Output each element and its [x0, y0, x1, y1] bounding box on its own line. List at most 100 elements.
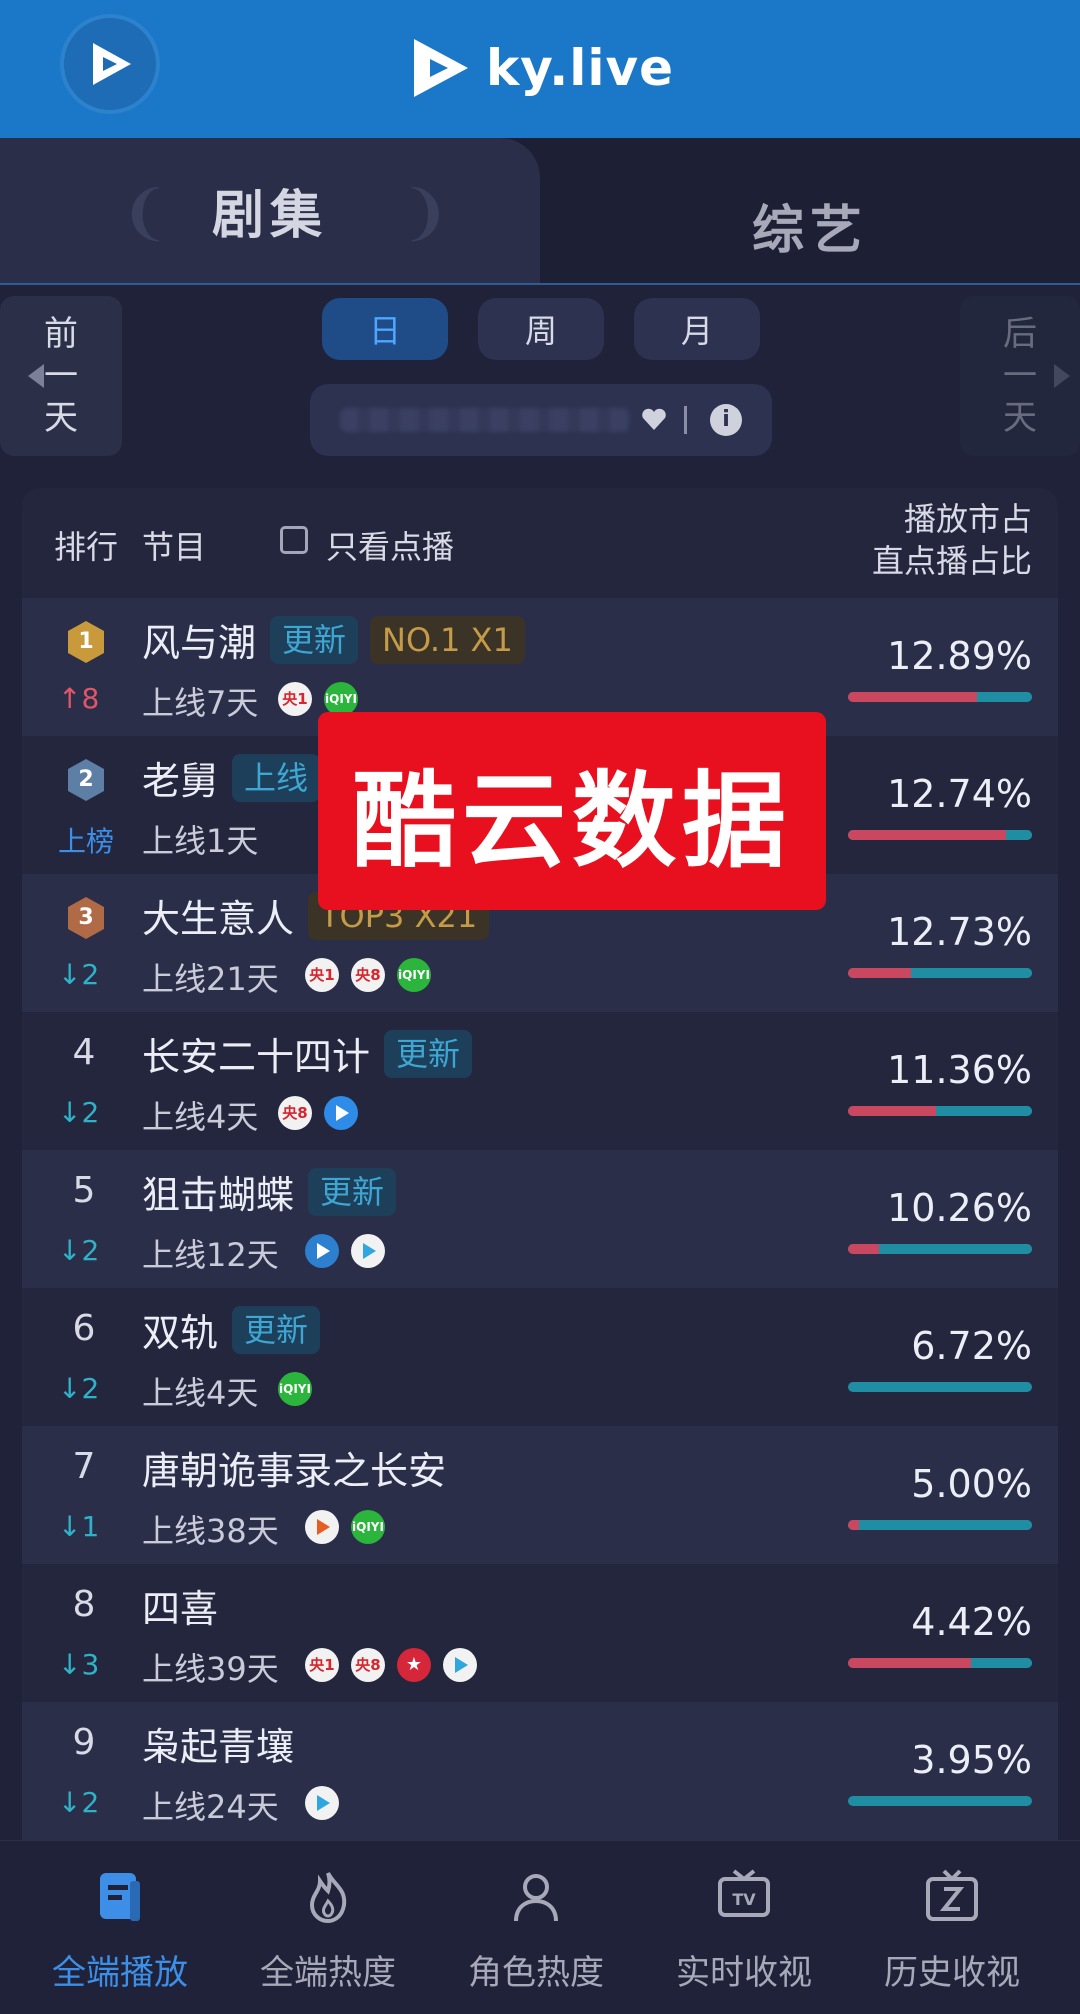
- rank-change: ↓2: [58, 1234, 100, 1267]
- nav-role-heat-label: 角色热度: [468, 1953, 604, 1993]
- nav-history-ratings[interactable]: 历史收视: [852, 1861, 1052, 2001]
- program-title[interactable]: 大生意人: [142, 888, 294, 943]
- watermark-stamp: 酷云数据: [318, 712, 826, 910]
- cctv1-icon: 央1: [305, 1648, 339, 1682]
- tab-variety[interactable]: 综艺: [540, 168, 1080, 283]
- vod-ratio-segment: [971, 1658, 1032, 1668]
- vod-only-checkbox[interactable]: [280, 526, 308, 554]
- iqiyi-icon: iQIYI: [397, 958, 431, 992]
- platform-logos: iQIYI: [305, 1510, 385, 1544]
- header-program: 节目: [142, 528, 207, 566]
- tab-drama[interactable]: ❨ 剧集 ❩: [0, 138, 540, 283]
- live-vod-ratio-bar: [848, 830, 1032, 840]
- iqiyi-icon: iQIYI: [324, 682, 358, 716]
- program-title[interactable]: 风与潮: [142, 612, 256, 667]
- nav-all-play[interactable]: 全端播放: [20, 1861, 220, 2001]
- nav-all-heat[interactable]: 全端热度: [228, 1861, 428, 2001]
- live-ratio-segment: [848, 1658, 972, 1668]
- cctv8-icon: 央8: [351, 1648, 385, 1682]
- table-row[interactable]: 5 ↓2 狙击蝴蝶 更新 上线12天 10.26%: [22, 1150, 1058, 1288]
- category-tabs: ❨ 剧集 ❩ 综艺: [0, 138, 1080, 283]
- vod-ratio-segment: [879, 1244, 1032, 1254]
- platform-logos: [305, 1786, 339, 1820]
- triangle-left-icon: [28, 364, 44, 388]
- brand-logo-icon: [414, 39, 468, 97]
- status-badge: 更新: [384, 1030, 473, 1078]
- live-vod-ratio-bar: [848, 1796, 1032, 1806]
- vod-ratio-segment: [1006, 830, 1032, 840]
- table-row[interactable]: 4 ↓2 长安二十四计 更新 上线4天 央8 11.36%: [22, 1012, 1058, 1150]
- market-share: 3.95%: [911, 1738, 1032, 1782]
- app-logo-button[interactable]: [64, 18, 156, 110]
- program-title[interactable]: 老舅: [142, 750, 218, 805]
- program-title[interactable]: 唐朝诡事录之长安: [142, 1440, 446, 1495]
- dragon-tv-icon: ★: [397, 1648, 431, 1682]
- platform-logos: 央1 央8 iQIYI: [305, 958, 431, 992]
- rank-number: 3: [78, 905, 94, 930]
- vod-only-label[interactable]: 只看点播: [326, 522, 454, 568]
- rank-record-badge: NO.1 X1: [370, 616, 525, 664]
- rank-medal-icon: 1: [66, 620, 106, 664]
- mango-tv-icon: [305, 1510, 339, 1544]
- days-online: 上线12天: [142, 1236, 279, 1274]
- separator: [684, 406, 687, 434]
- live-vod-ratio-bar: [848, 1520, 1032, 1530]
- days-online: 上线38天: [142, 1512, 279, 1550]
- market-share: 6.72%: [911, 1324, 1032, 1368]
- dropdown-heart-icon: [642, 408, 666, 430]
- rank-change: ↓2: [58, 958, 100, 991]
- program-title[interactable]: 双轨: [142, 1302, 218, 1357]
- table-row[interactable]: 9 ↓2 枭起青壤 上线24天 3.95%: [22, 1702, 1058, 1840]
- next-day-char: 天: [1003, 398, 1037, 438]
- days-online: 上线1天: [142, 822, 259, 860]
- tv-icon: TV: [718, 1869, 770, 1917]
- program-title[interactable]: 四喜: [142, 1578, 218, 1633]
- table-row[interactable]: 7 ↓1 唐朝诡事录之长安 上线38天 iQIYI 5.00%: [22, 1426, 1058, 1564]
- nav-realtime-ratings[interactable]: TV 实时收视: [644, 1861, 844, 2001]
- history-tv-icon: [926, 1869, 978, 1921]
- platform-logos: iQIYI: [278, 1372, 312, 1406]
- prev-day-char: 天: [44, 398, 78, 438]
- program-title[interactable]: 枭起青壤: [142, 1716, 294, 1771]
- brand: ky.live: [410, 28, 674, 108]
- svg-text:TV: TV: [732, 1890, 756, 1909]
- period-week-button[interactable]: 周: [478, 298, 604, 360]
- rank-number: 6: [72, 1308, 96, 1349]
- next-day-button[interactable]: 后 一 天: [960, 296, 1080, 456]
- rank-change: 上榜: [58, 825, 115, 858]
- prev-day-char: 前: [44, 314, 78, 354]
- platform-logos: 央8: [278, 1096, 358, 1130]
- program-title[interactable]: 狙击蝴蝶: [142, 1164, 294, 1219]
- vod-ratio-segment: [848, 1382, 1032, 1392]
- laurel-left-icon: ❨: [120, 178, 171, 248]
- stamp-text: 酷云数据: [351, 759, 792, 882]
- rank-change: ↓2: [58, 1372, 100, 1405]
- play-logo-icon: [93, 43, 131, 85]
- table-row[interactable]: 6 ↓2 双轨 更新 上线4天 iQIYI 6.72%: [22, 1288, 1058, 1426]
- table-row[interactable]: 8 ↓3 四喜 上线39天 央1 央8 ★ 4.42%: [22, 1564, 1058, 1702]
- rank-number: 1: [78, 629, 94, 654]
- platform-logos: 央1 央8 ★: [305, 1648, 477, 1682]
- table-header: 排行 节目 只看点播 播放市占 直点播占比: [22, 488, 1058, 598]
- cctv1-icon: 央1: [278, 682, 312, 716]
- date-picker[interactable]: i: [310, 384, 772, 456]
- rank-number: 4: [72, 1032, 96, 1073]
- laurel-right-icon: ❩: [400, 178, 451, 248]
- days-online: 上线21天: [142, 960, 279, 998]
- prev-day-button[interactable]: 前 一 天: [0, 296, 122, 456]
- market-share: 12.89%: [887, 634, 1032, 678]
- period-day-button[interactable]: 日: [322, 298, 448, 360]
- tab-drama-label: 剧集: [211, 186, 328, 246]
- tencent-video-icon: [351, 1234, 385, 1268]
- market-share: 5.00%: [911, 1462, 1032, 1506]
- header-share: 播放市占 直点播占比: [872, 498, 1032, 582]
- program-title[interactable]: 长安二十四计: [142, 1026, 370, 1081]
- prev-day-char: 一: [44, 356, 78, 396]
- nav-role-heat[interactable]: 角色热度: [436, 1861, 636, 2001]
- period-month-button[interactable]: 月: [634, 298, 760, 360]
- vod-ratio-segment: [859, 1520, 1032, 1530]
- rank-medal-icon: 3: [66, 896, 106, 940]
- date-obscured: [340, 408, 630, 432]
- iqiyi-icon: iQIYI: [351, 1510, 385, 1544]
- info-icon[interactable]: i: [710, 404, 742, 436]
